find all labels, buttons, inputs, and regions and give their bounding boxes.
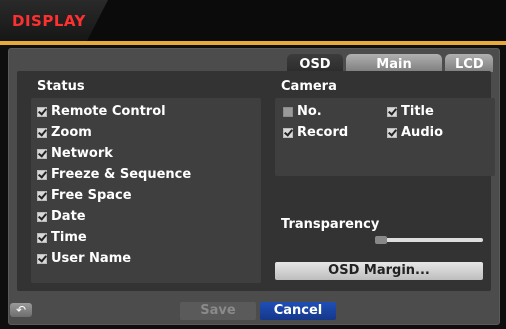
camera-item-record[interactable]: Record [283, 125, 348, 140]
tab-lcd[interactable]: LCD [445, 54, 493, 72]
title-underline [0, 41, 506, 45]
checkbox[interactable] [283, 127, 293, 138]
transparency-label: Transparency [281, 217, 380, 232]
status-item-free-space[interactable]: Free Space [37, 188, 132, 203]
tab-strip: OSD Main Monitor LCD [287, 54, 493, 87]
status-item-time[interactable]: Time [37, 230, 87, 245]
osd-margin-button[interactable]: OSD Margin... [275, 262, 483, 280]
camera-item-no[interactable]: No. [283, 104, 322, 119]
status-item-zoom[interactable]: Zoom [37, 125, 92, 140]
camera-item-audio[interactable]: Audio [387, 125, 443, 140]
osd-panel: Status Remote Control Zoom Network Freez… [17, 71, 495, 291]
checkbox[interactable] [387, 106, 397, 117]
checkbox[interactable] [37, 106, 47, 117]
checkbox[interactable] [37, 169, 47, 180]
checkbox[interactable] [283, 106, 293, 117]
camera-heading: Camera [281, 79, 337, 94]
save-button[interactable]: Save [180, 302, 256, 320]
window-title: DISPLAY [12, 12, 86, 30]
checkbox[interactable] [37, 253, 47, 264]
checkbox[interactable] [37, 148, 47, 159]
status-item-user-name[interactable]: User Name [37, 251, 131, 266]
cancel-button[interactable]: Cancel [260, 302, 336, 320]
transparency-slider[interactable] [375, 238, 483, 242]
title-bar: DISPLAY [0, 0, 506, 42]
tab-main-monitor[interactable]: Main Monitor [346, 54, 442, 87]
settings-body: OSD Main Monitor LCD Status Remote Contr… [8, 48, 500, 325]
display-window: DISPLAY OSD Main Monitor LCD Status Remo… [0, 0, 506, 329]
status-item-remote-control[interactable]: Remote Control [37, 104, 166, 119]
checkbox[interactable] [387, 127, 397, 138]
checkbox[interactable] [37, 190, 47, 201]
transparency-slider-handle[interactable] [375, 236, 387, 244]
status-heading: Status [37, 79, 85, 94]
tab-osd[interactable]: OSD [287, 54, 343, 72]
status-item-freeze-sequence[interactable]: Freeze & Sequence [37, 167, 191, 182]
checkbox[interactable] [37, 127, 47, 138]
back-arrow-icon[interactable]: ↶ [10, 303, 32, 317]
status-item-network[interactable]: Network [37, 146, 113, 161]
checkbox[interactable] [37, 211, 47, 222]
checkbox[interactable] [37, 232, 47, 243]
status-item-date[interactable]: Date [37, 209, 86, 224]
camera-item-title[interactable]: Title [387, 104, 434, 119]
